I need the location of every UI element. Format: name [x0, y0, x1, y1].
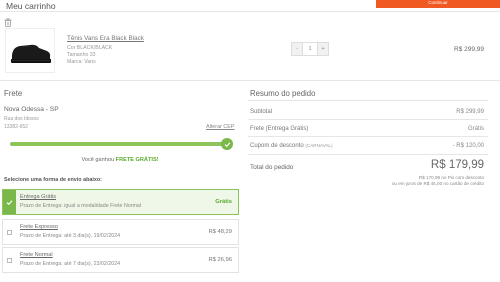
product-price: R$ 299,99 [454, 46, 484, 53]
quantity-value[interactable]: 1 [303, 42, 317, 56]
option-checkbox[interactable] [3, 220, 16, 244]
shipping-label: Frete (Entrega Grátis) [250, 126, 309, 132]
quantity-minus-button[interactable]: - [291, 42, 303, 56]
product-color: Cor BLACK/BLACK [67, 45, 113, 51]
trash-icon[interactable] [4, 18, 12, 27]
check-icon [6, 199, 13, 205]
frete-street: Rua dos Idosos [4, 116, 39, 122]
check-icon [221, 138, 233, 150]
option-name: Frete Normal [20, 252, 53, 258]
pix-note: R$ 170,99 no Pix com desconto [418, 175, 484, 180]
product-size: Tamanho 33 [67, 52, 96, 58]
option-price: R$ 48,29 [208, 229, 232, 235]
shipping-value: Grátis [467, 126, 484, 132]
product-image[interactable] [5, 28, 55, 73]
option-checkbox[interactable] [3, 248, 16, 272]
option-price: Grátis [215, 199, 232, 205]
option-deadline: Prazo de Entrega: até 7 dia(s), 23/02/20… [20, 261, 121, 267]
shipping-option-expresso[interactable]: Frete Expresso Prazo de Entrega: até 3 d… [2, 219, 239, 245]
free-shipping-progress [10, 142, 230, 146]
option-deadline: Prazo de Entrega: igual a modalidade Fre… [20, 203, 142, 209]
checkbox-box [7, 257, 12, 263]
coupon-code: (CARNAVAL) [305, 143, 333, 148]
frete-title: Frete [4, 89, 23, 98]
coupon-label: Cupom de desconto [250, 143, 304, 149]
option-price: R$ 26,96 [208, 257, 232, 263]
subtotal-value: R$ 299,99 [456, 109, 484, 115]
card-note: ou em juros de R$ 45,00 no cartão de cré… [391, 181, 484, 186]
divider [248, 100, 488, 101]
divider [0, 11, 500, 12]
change-cep-link[interactable]: Alterar CEP [206, 124, 234, 130]
product-name-link[interactable]: Tênis Vans Era Black Black [67, 35, 144, 42]
quantity-plus-button[interactable]: + [317, 42, 329, 56]
free-shipping-prefix: Você ganhou [81, 157, 116, 163]
option-deadline: Prazo de Entrega: até 3 dia(s), 19/02/20… [20, 233, 121, 239]
option-name: Frete Expresso [20, 224, 58, 230]
choose-shipping-label: Selecione uma forma de envio abaixo: [4, 177, 102, 183]
option-name: Entrega Grátis [20, 194, 57, 200]
total-label: Total do pedido [250, 164, 294, 171]
coupon-value: - R$ 120,00 [452, 143, 484, 149]
frete-city: Nova Odessa - SP [4, 106, 59, 113]
checkbox-box [7, 229, 12, 235]
quantity-stepper: - 1 + [291, 42, 329, 56]
shipping-option-gratis[interactable]: Entrega Grátis Prazo de Entrega: igual a… [2, 189, 239, 215]
product-brand: Marca: Vans [67, 59, 96, 65]
page-title: Meu carrinho [6, 1, 56, 11]
total-value: R$ 179,99 [430, 159, 484, 171]
divider [248, 154, 488, 155]
option-checkbox[interactable] [3, 190, 16, 214]
subtotal-label: Subtotal [250, 109, 273, 115]
free-shipping-message: Você ganhou FRETE GRÁTIS! [0, 157, 240, 163]
free-shipping-bold: FRETE GRÁTIS! [115, 157, 159, 163]
continue-button[interactable]: Continuar [376, 0, 500, 8]
divider [0, 80, 500, 81]
divider [248, 136, 488, 137]
summary-title: Resumo do pedido [250, 89, 316, 98]
coupon-row: Cupom de desconto (CARNAVAL) [250, 143, 333, 149]
shipping-option-normal[interactable]: Frete Normal Prazo de Entrega: até 7 dia… [2, 247, 239, 273]
divider [248, 119, 488, 120]
frete-cep: 13382-652 [4, 124, 28, 130]
